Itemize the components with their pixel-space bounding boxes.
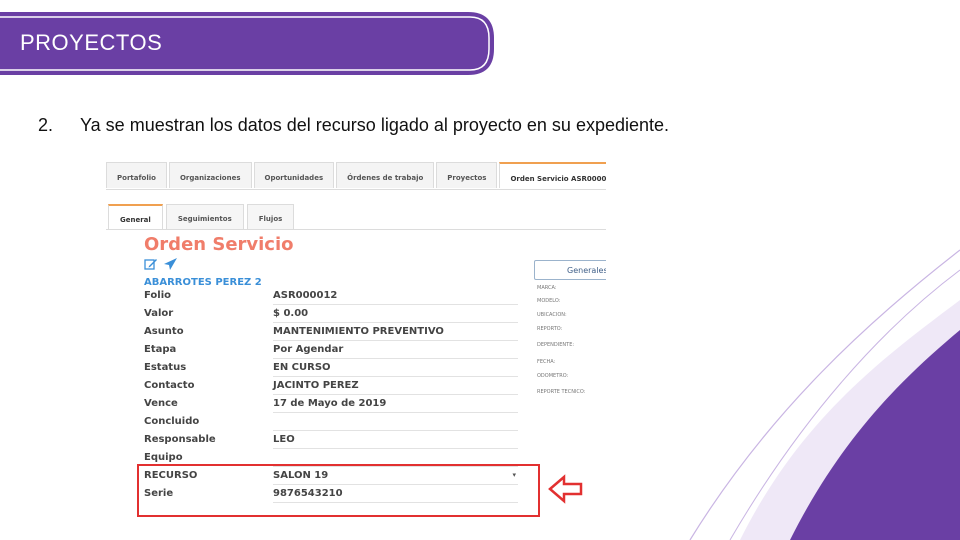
side-label: DEPENDIENTE: bbox=[537, 342, 575, 348]
form-title: Orden Servicio bbox=[144, 234, 294, 255]
field-row-etapa: Etapa Por Agendar bbox=[144, 341, 518, 359]
instruction-body: Ya se muestran los datos del recurso lig… bbox=[80, 115, 670, 135]
field-row-folio: Folio ASR000012 bbox=[144, 287, 518, 305]
top-tab-bar: Portafolio Organizaciones Oportunidades … bbox=[106, 162, 606, 190]
field-label: Estatus bbox=[144, 362, 187, 373]
tab-ordenes-de-trabajo[interactable]: Órdenes de trabajo bbox=[336, 162, 435, 188]
subtab-flujos[interactable]: Flujos bbox=[246, 204, 295, 229]
tab-organizaciones[interactable]: Organizaciones bbox=[168, 162, 252, 188]
tab-divider bbox=[106, 189, 606, 190]
field-label: Vence bbox=[144, 398, 178, 409]
subtab-general[interactable]: General bbox=[108, 204, 163, 229]
field-value[interactable]: MANTENIMIENTO PREVENTIVO bbox=[273, 326, 444, 337]
action-icons bbox=[144, 258, 178, 271]
side-label: ODOMETRO: bbox=[537, 373, 569, 379]
instruction-text: 2. Ya se muestran los datos del recurso l… bbox=[38, 115, 669, 136]
field-row-concluido: Concluido bbox=[144, 413, 518, 431]
field-label: Responsable bbox=[144, 434, 216, 445]
field-label: Concluido bbox=[144, 416, 200, 427]
subtab-seguimientos[interactable]: Seguimientos bbox=[165, 204, 244, 229]
step-number: 2. bbox=[38, 115, 54, 135]
field-value[interactable]: ASR000012 bbox=[273, 290, 337, 301]
tab-proyectos[interactable]: Proyectos bbox=[436, 162, 498, 188]
side-label: FECHA: bbox=[537, 359, 556, 365]
side-label: UBICACION: bbox=[537, 312, 567, 318]
highlight-box bbox=[137, 464, 540, 517]
field-row-contacto: Contacto JACINTO PEREZ bbox=[144, 377, 518, 395]
field-value[interactable]: $ 0.00 bbox=[273, 308, 308, 319]
field-row-vence: Vence 17 de Mayo de 2019 bbox=[144, 395, 518, 413]
field-label: Folio bbox=[144, 290, 172, 301]
field-row-asunto: Asunto MANTENIMIENTO PREVENTIVO bbox=[144, 323, 518, 341]
generales-button[interactable]: Generales bbox=[534, 260, 606, 280]
side-label: REPORTO: bbox=[537, 326, 563, 332]
side-label: MARCA: bbox=[537, 285, 557, 291]
field-label: Contacto bbox=[144, 380, 195, 391]
field-label: Equipo bbox=[144, 452, 183, 463]
field-row-valor: Valor $ 0.00 bbox=[144, 305, 518, 323]
left-arrow-icon bbox=[548, 474, 583, 504]
field-row-responsable: Responsable LEO bbox=[144, 431, 518, 449]
field-value[interactable]: EN CURSO bbox=[273, 362, 331, 373]
field-value[interactable]: Por Agendar bbox=[273, 344, 343, 355]
tab-orden-servicio[interactable]: Orden Servicio ASR000012 × bbox=[499, 162, 606, 188]
field-label: Etapa bbox=[144, 344, 177, 355]
tab-oportunidades[interactable]: Oportunidades bbox=[253, 162, 335, 188]
field-value[interactable]: 17 de Mayo de 2019 bbox=[273, 398, 386, 409]
sub-tab-bar: General Seguimientos Flujos bbox=[108, 204, 297, 230]
send-icon[interactable] bbox=[164, 258, 178, 271]
field-row-estatus: Estatus EN CURSO bbox=[144, 359, 518, 377]
tab-orden-servicio-label: Orden Servicio ASR000012 bbox=[510, 175, 606, 183]
side-label: REPORTE TECNICO: bbox=[537, 389, 586, 395]
edit-icon[interactable] bbox=[144, 258, 158, 270]
side-label: MODELO: bbox=[537, 298, 561, 304]
field-value[interactable]: JACINTO PEREZ bbox=[273, 380, 359, 391]
field-value[interactable]: LEO bbox=[273, 434, 295, 445]
field-label: Asunto bbox=[144, 326, 184, 337]
subtab-divider bbox=[106, 229, 606, 230]
tab-portafolio[interactable]: Portafolio bbox=[106, 162, 167, 188]
slide-title: PROYECTOS bbox=[20, 30, 163, 55]
field-label: Valor bbox=[144, 308, 174, 319]
